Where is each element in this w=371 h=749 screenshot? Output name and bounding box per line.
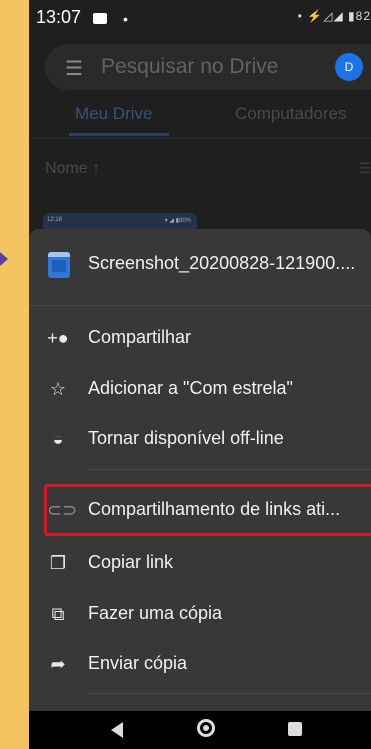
- sheet-file-header: Screenshot_20200828-121900....: [29, 229, 371, 305]
- menu-item-label: Fazer uma cópia: [88, 603, 223, 623]
- list-view-icon[interactable]: ☰: [358, 160, 371, 177]
- back-icon[interactable]: [111, 722, 123, 738]
- file-copy-icon: ⧉: [51, 604, 65, 624]
- send-icon: ➦: [50, 654, 66, 674]
- search-bar[interactable]: ☰ Pesquisar no Drive D: [45, 44, 371, 90]
- sort-label[interactable]: Nome ↑: [45, 160, 100, 178]
- tab-indicator: [69, 133, 169, 136]
- notification-dot: •: [123, 11, 128, 27]
- tabs: Meu Drive Computadores: [29, 98, 371, 138]
- file-name: Screenshot_20200828-121900....: [88, 253, 356, 273]
- pointer-arrow-icon: [0, 252, 8, 266]
- status-time: 13:07: [36, 7, 82, 27]
- person-add-icon: +●: [47, 328, 69, 348]
- divider: [88, 693, 371, 694]
- menu-item-compartilhar[interactable]: +● Compartilhar: [29, 314, 371, 362]
- menu-item-enviar-copia[interactable]: ➦ Enviar cópia: [29, 640, 371, 688]
- menu-icon[interactable]: ☰: [65, 56, 83, 81]
- tab-computadores[interactable]: Computadores: [235, 104, 347, 124]
- menu-item-off-line[interactable]: ◒ Tornar disponível off-line: [29, 415, 371, 463]
- avatar[interactable]: D: [335, 53, 363, 81]
- tab-meu-drive[interactable]: Meu Drive: [75, 104, 152, 124]
- status-bar: 13:07 • • ⚡◿◢ ▮82: [29, 0, 371, 34]
- navigation-bar: [29, 711, 371, 749]
- menu-item-copiar-link[interactable]: ❐ Copiar link: [29, 539, 371, 587]
- phone-screen: 13:07 • • ⚡◿◢ ▮82 ☰ Pesquisar no Drive D…: [29, 0, 371, 749]
- home-icon[interactable]: [197, 719, 215, 737]
- bottom-sheet: Screenshot_20200828-121900.... +● Compar…: [29, 229, 371, 711]
- menu-item-com-estrela[interactable]: ☆ Adicionar a "Com estrela": [29, 365, 371, 413]
- divider: [29, 138, 371, 139]
- offline-pin-icon: ◒: [52, 429, 64, 449]
- divider: [88, 469, 371, 470]
- menu-item-label: Adicionar a "Com estrela": [88, 378, 293, 398]
- menu-item-label: Enviar cópia: [88, 653, 188, 673]
- search-placeholder[interactable]: Pesquisar no Drive: [101, 55, 278, 79]
- highlight-box: [44, 484, 371, 536]
- menu-item-label: Tornar disponível off-line: [88, 428, 284, 448]
- copy-icon: ❐: [49, 553, 67, 573]
- menu-item-label: Copiar link: [88, 552, 174, 572]
- menu-item-fazer-copia[interactable]: ⧉ Fazer uma cópia: [29, 590, 371, 638]
- image-file-icon: [48, 252, 70, 278]
- thumbnail-battery: ▾ ◢ ▮80%: [164, 218, 191, 224]
- star-icon: ☆: [49, 379, 67, 399]
- status-indicators: • ⚡◿◢ ▮82: [297, 9, 371, 23]
- menu-item-label: Compartilhar: [88, 327, 192, 347]
- thumbnail-time: 12:18: [47, 217, 63, 223]
- divider: [29, 305, 371, 306]
- message-icon: [93, 13, 107, 24]
- recent-apps-icon[interactable]: [288, 722, 302, 736]
